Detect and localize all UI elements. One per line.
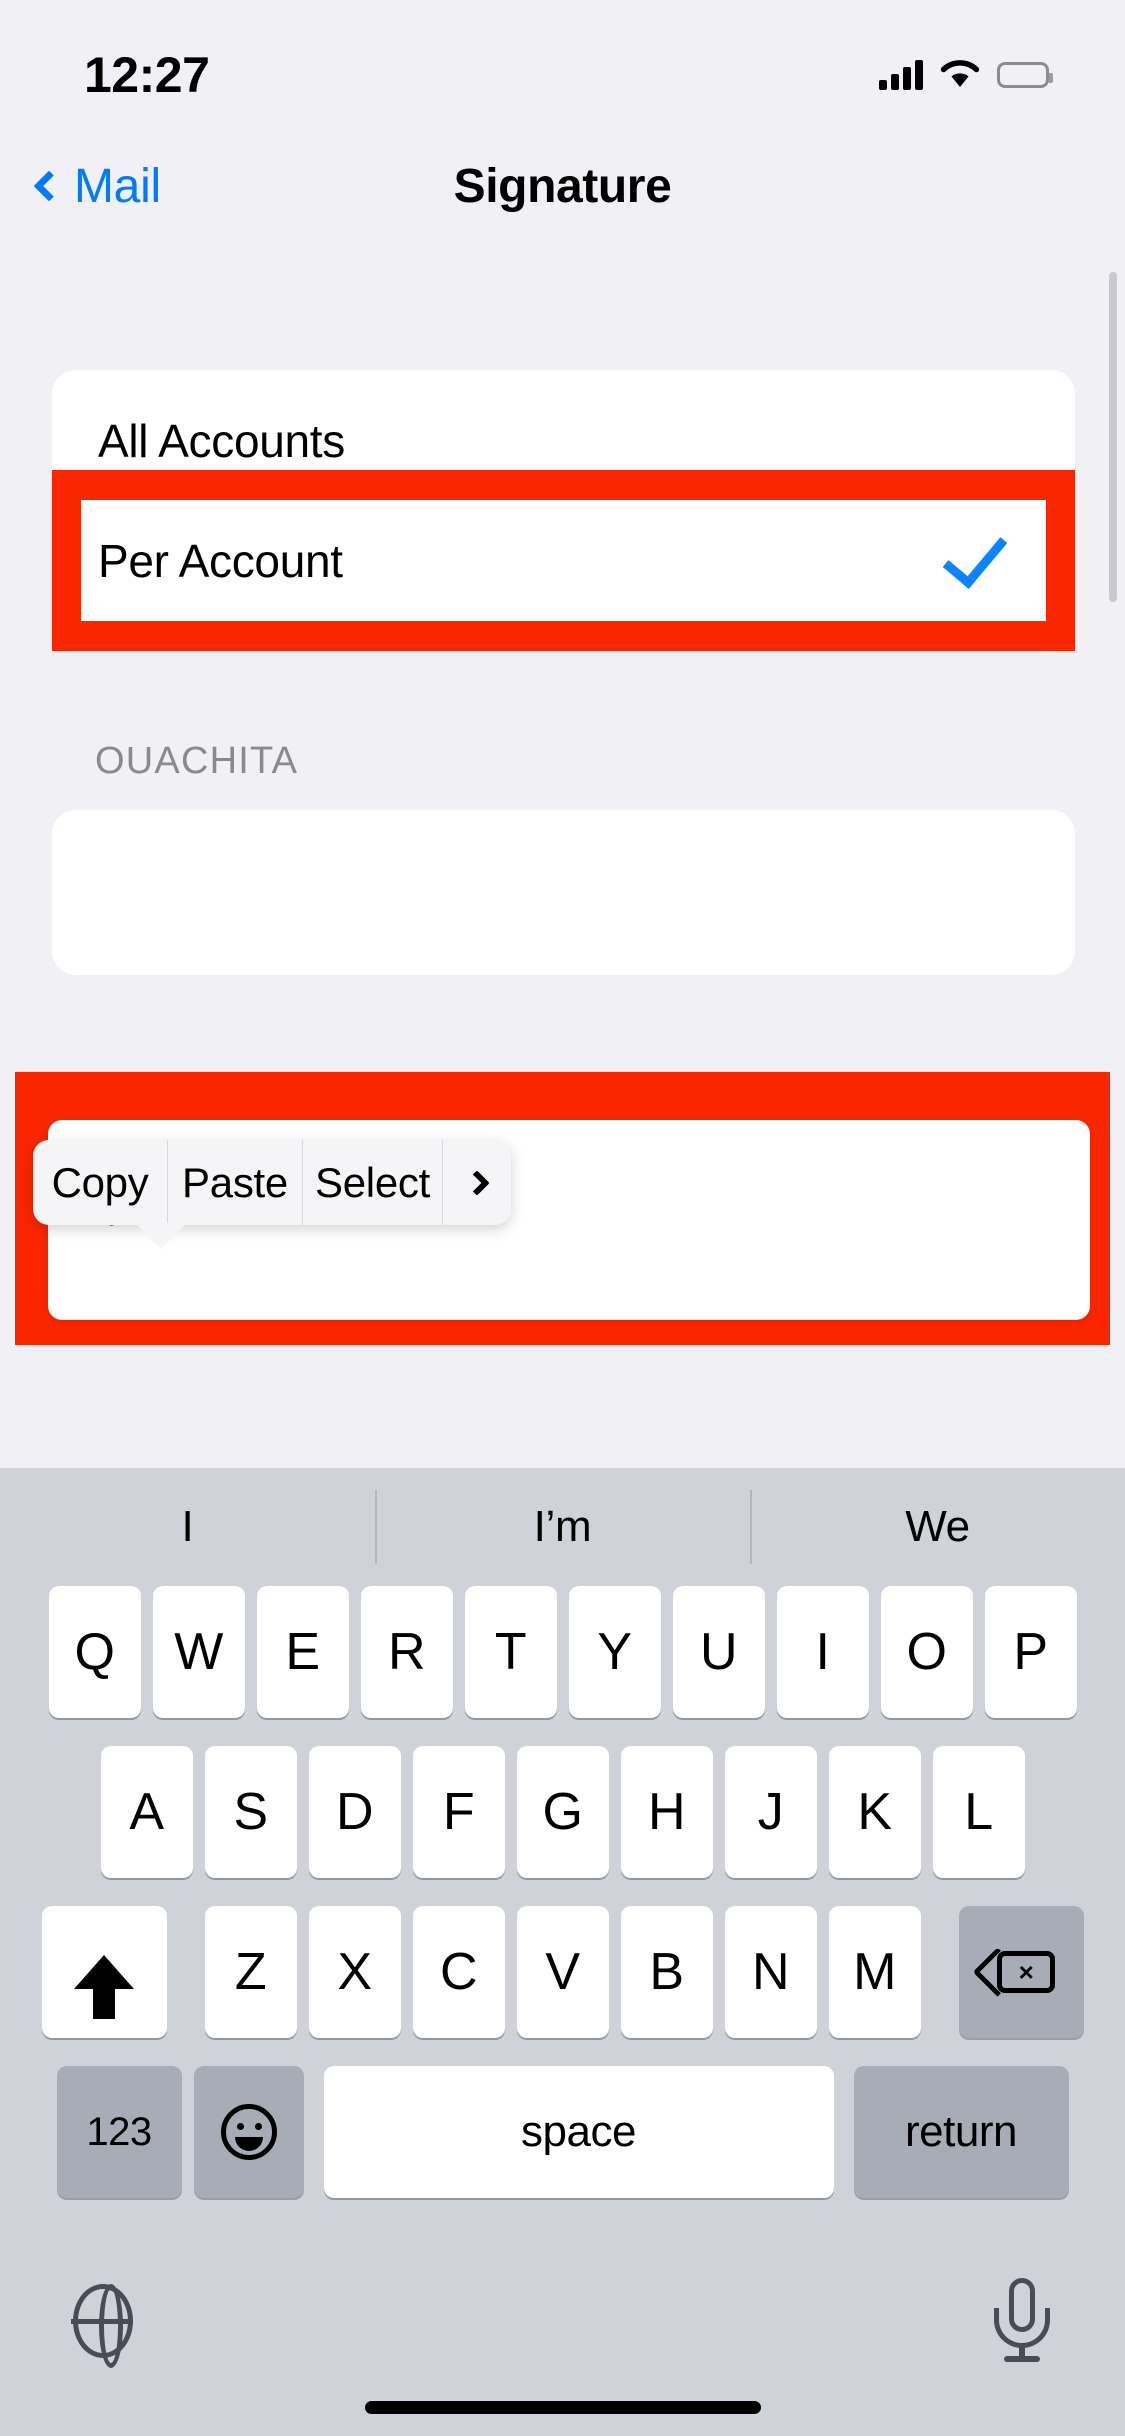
- checkmark-icon: [942, 520, 1008, 589]
- edit-menu: Copy Paste Select: [33, 1140, 511, 1225]
- key-p[interactable]: P: [984, 1586, 1077, 1718]
- signature-field-top[interactable]: [52, 810, 1075, 975]
- globe-key[interactable]: [48, 2266, 158, 2376]
- key-u[interactable]: U: [672, 1586, 765, 1718]
- back-button[interactable]: Mail: [30, 132, 161, 240]
- key-l[interactable]: L: [932, 1746, 1025, 1878]
- space-key[interactable]: space: [323, 2066, 834, 2198]
- key-j[interactable]: J: [724, 1746, 817, 1878]
- key-g[interactable]: G: [516, 1746, 609, 1878]
- return-key[interactable]: return: [853, 2066, 1069, 2198]
- prediction-item-1[interactable]: I: [0, 1502, 375, 1552]
- key-d[interactable]: D: [308, 1746, 401, 1878]
- shift-arrow-up-icon: [74, 1955, 134, 2019]
- keyboard-row-1: Q W E R T Y U I O P: [0, 1586, 1125, 1718]
- prediction-item-3[interactable]: We: [750, 1502, 1125, 1552]
- predictive-text-bar: I I’m We: [0, 1468, 1125, 1586]
- key-o[interactable]: O: [880, 1586, 973, 1718]
- key-n[interactable]: N: [724, 1906, 817, 2038]
- key-r[interactable]: R: [360, 1586, 453, 1718]
- prediction-item-2[interactable]: I’m: [375, 1502, 750, 1552]
- globe-icon: [71, 2284, 133, 2368]
- battery-icon: [997, 62, 1053, 88]
- scrollbar[interactable]: [1109, 272, 1117, 602]
- edit-menu-copy[interactable]: Copy: [33, 1140, 168, 1225]
- edit-menu-paste[interactable]: Paste: [168, 1140, 303, 1225]
- dictation-key[interactable]: [967, 2266, 1077, 2376]
- key-t[interactable]: T: [464, 1586, 557, 1718]
- shift-key[interactable]: [41, 1906, 167, 2038]
- key-v[interactable]: V: [516, 1906, 609, 2038]
- signal-bars-icon: [879, 60, 923, 90]
- navigation-bar: Signature Mail: [0, 132, 1125, 240]
- home-indicator[interactable]: [364, 2401, 761, 2414]
- emoji-smiley-icon: [220, 2104, 277, 2160]
- status-bar: 12:27: [0, 0, 1125, 132]
- option-all-accounts-label: All Accounts: [98, 414, 345, 467]
- section-header-account-name: OUACHITA: [95, 740, 299, 782]
- keyboard-row-4: 123 space return: [0, 2066, 1125, 2198]
- option-per-account-label: Per Account: [98, 534, 343, 587]
- key-f[interactable]: F: [412, 1746, 505, 1878]
- key-s[interactable]: S: [204, 1746, 297, 1878]
- key-x[interactable]: X: [308, 1906, 401, 2038]
- back-button-label: Mail: [74, 159, 161, 213]
- key-q[interactable]: Q: [48, 1586, 141, 1718]
- key-i[interactable]: I: [776, 1586, 869, 1718]
- key-e[interactable]: E: [256, 1586, 349, 1718]
- key-m[interactable]: M: [828, 1906, 921, 2038]
- page-title: Signature: [453, 159, 672, 213]
- option-per-account[interactable]: Per Account: [81, 500, 1046, 621]
- edit-menu-more-button[interactable]: [443, 1140, 511, 1225]
- keyboard-row-3: Z X C V B N M ×: [0, 1906, 1125, 2038]
- key-y[interactable]: Y: [568, 1586, 661, 1718]
- status-bar-indicators: [879, 57, 1053, 94]
- delete-key[interactable]: ×: [958, 1906, 1084, 2038]
- microphone-icon: [990, 2278, 1054, 2364]
- edit-menu-pointer: [135, 1223, 187, 1249]
- key-a[interactable]: A: [100, 1746, 193, 1878]
- keyboard-bottom-bar: [0, 2256, 1125, 2436]
- key-h[interactable]: H: [620, 1746, 713, 1878]
- key-c[interactable]: C: [412, 1906, 505, 2038]
- key-w[interactable]: W: [152, 1586, 245, 1718]
- edit-menu-select[interactable]: Select: [303, 1140, 443, 1225]
- chevron-right-icon: [464, 1169, 490, 1196]
- annotation-box-per-account: Per Account: [52, 470, 1075, 651]
- wifi-icon: [939, 57, 981, 94]
- numeric-key[interactable]: 123: [56, 2066, 182, 2198]
- key-b[interactable]: B: [620, 1906, 713, 2038]
- emoji-key[interactable]: [193, 2066, 304, 2198]
- status-bar-time: 12:27: [84, 47, 210, 103]
- delete-backward-icon: ×: [997, 1951, 1055, 1993]
- chevron-left-icon: [33, 170, 65, 202]
- key-k[interactable]: K: [828, 1746, 921, 1878]
- key-z[interactable]: Z: [204, 1906, 297, 2038]
- keyboard-row-2: A S D F G H J K L: [0, 1746, 1125, 1878]
